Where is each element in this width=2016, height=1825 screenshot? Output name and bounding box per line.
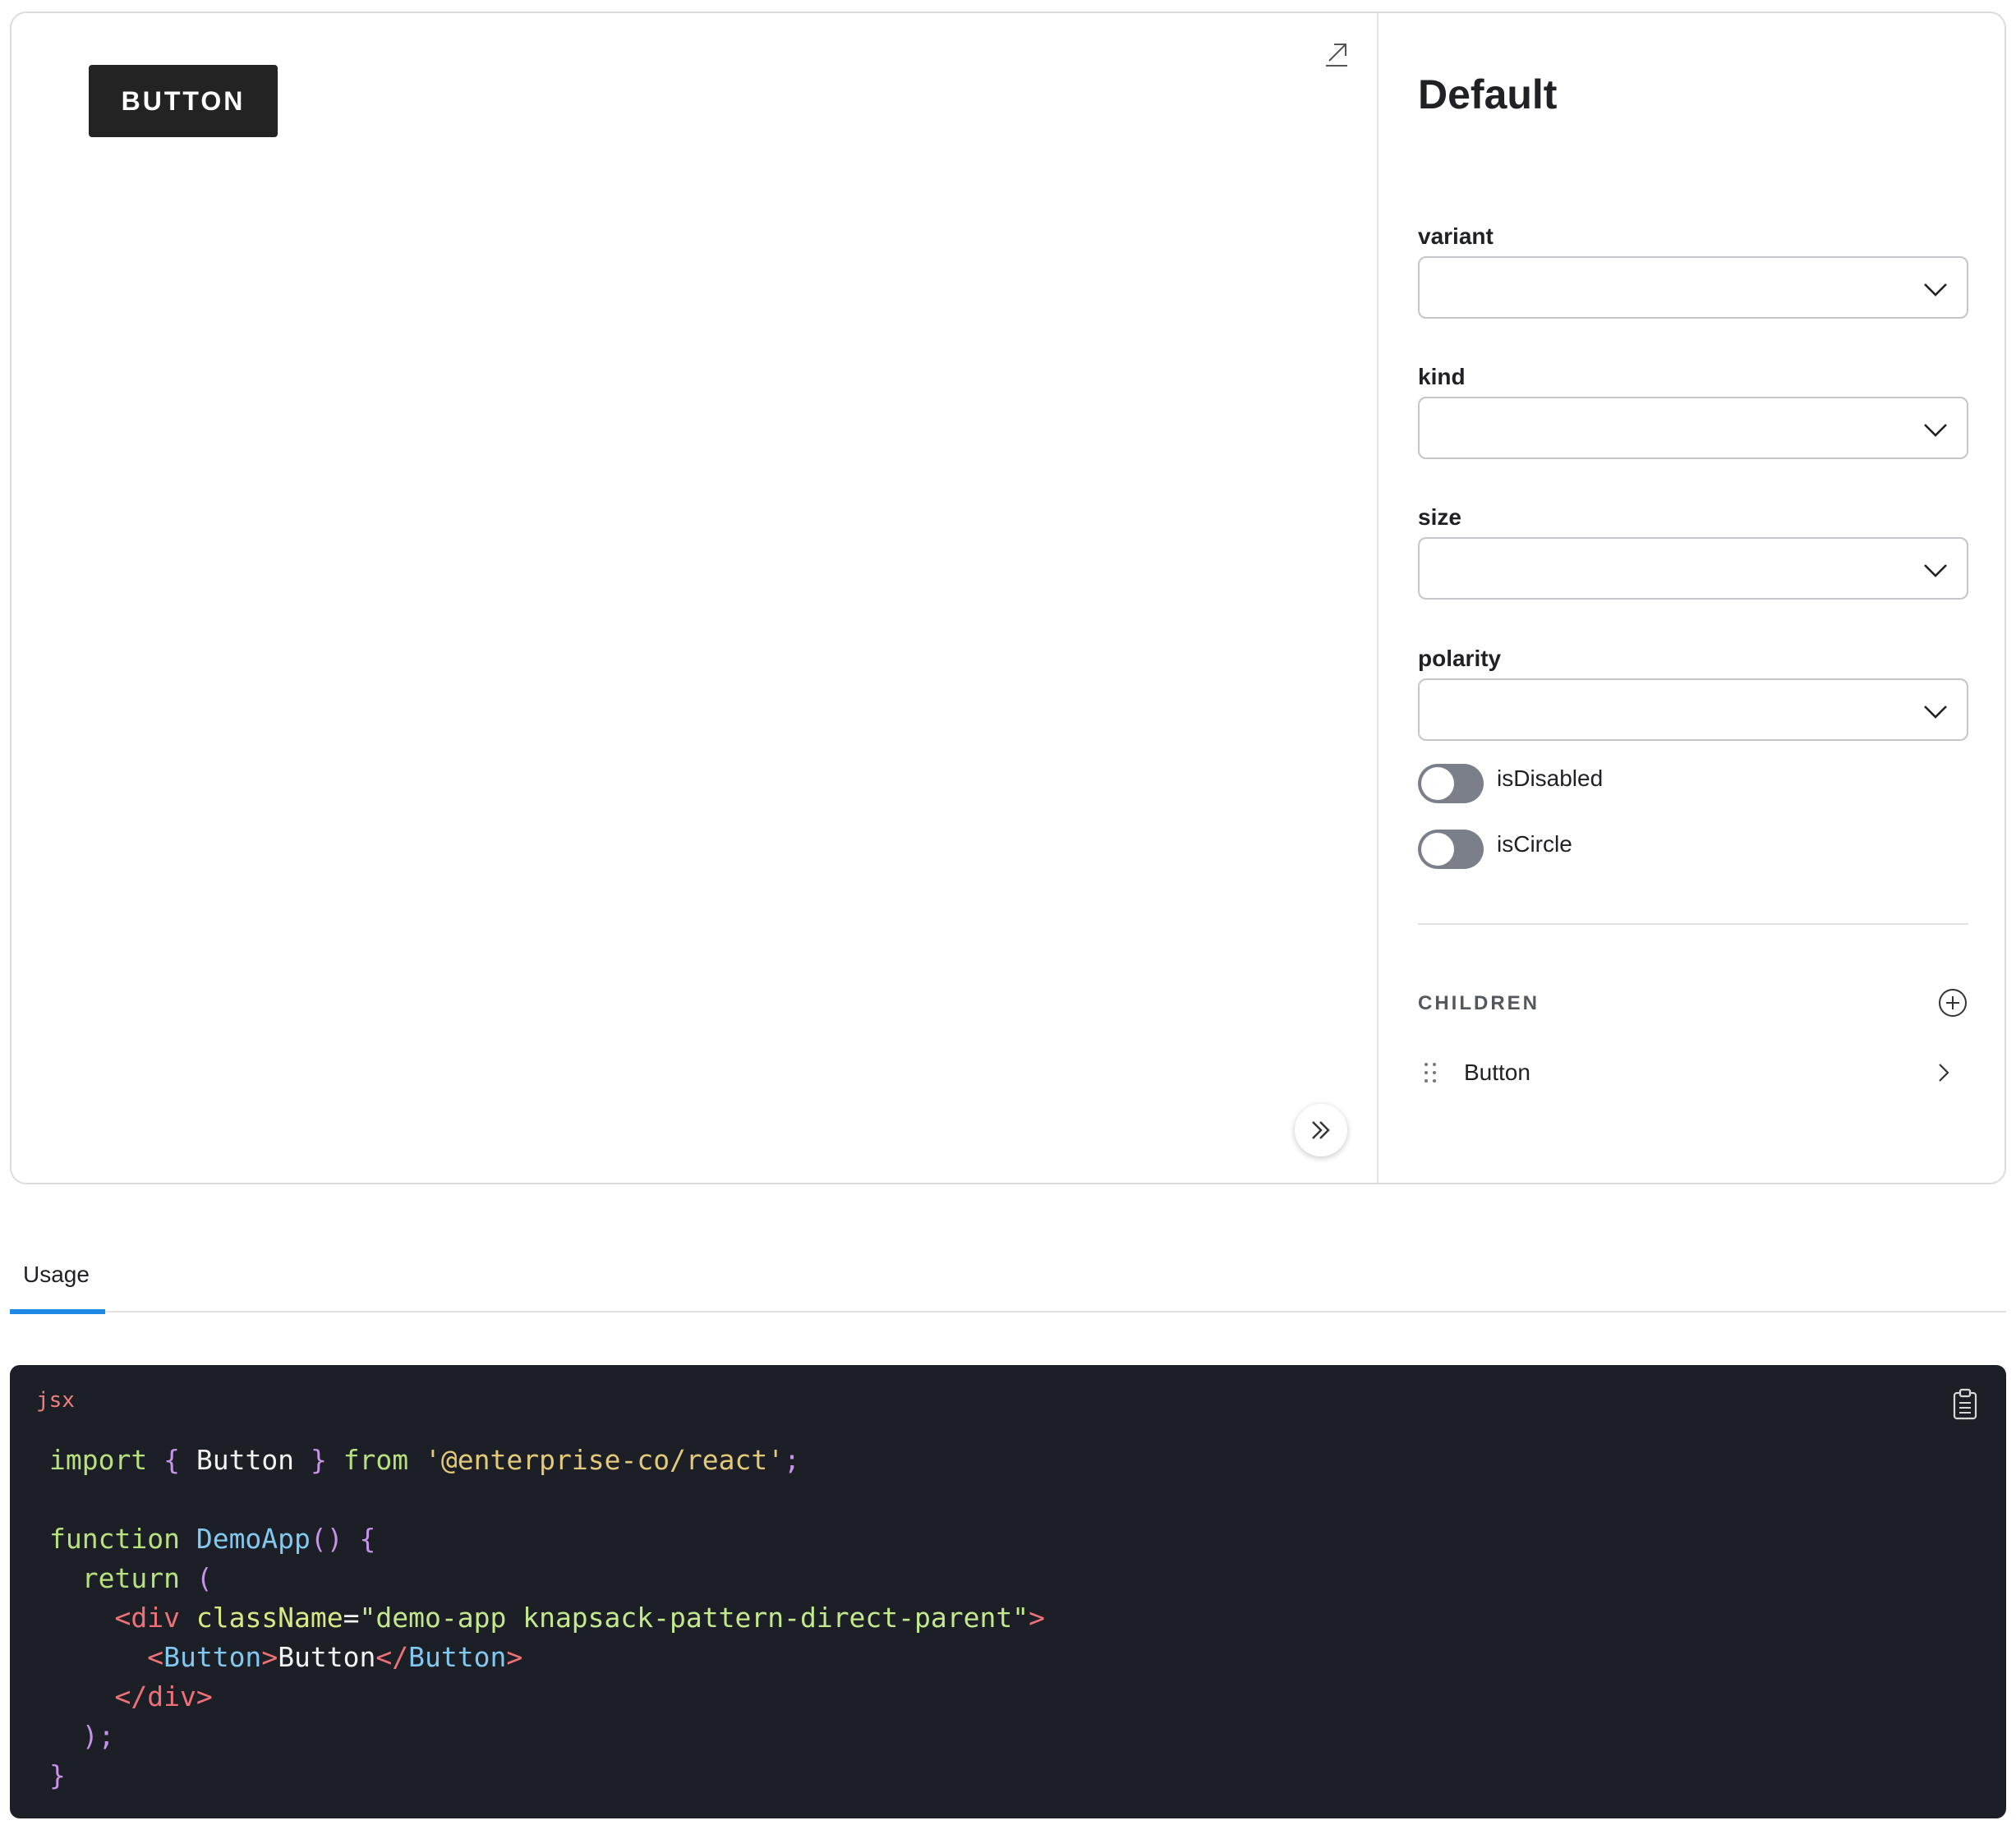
code-line: ); — [81, 1720, 115, 1752]
section-divider — [1418, 923, 1968, 925]
is-circle-label: isCircle — [1497, 831, 1572, 857]
open-in-new-tab-icon[interactable] — [1319, 38, 1352, 71]
is-disabled-toggle[interactable] — [1418, 764, 1484, 803]
child-item[interactable]: Button — [1418, 1050, 1968, 1096]
code-line: </div> — [114, 1680, 213, 1712]
is-disabled-row: isDisabled — [1418, 764, 1829, 805]
double-chevron-right-icon — [1312, 1121, 1330, 1139]
children-heading: CHILDREN — [1418, 992, 1540, 1014]
is-circle-toggle[interactable] — [1418, 830, 1484, 869]
tab-bar: Usage — [10, 1248, 2006, 1314]
tab-usage[interactable]: Usage — [10, 1248, 105, 1314]
toggle-knob — [1421, 767, 1454, 800]
code-line: function DemoApp() { — [49, 1523, 376, 1555]
preview-canvas: BUTTON — [12, 13, 1379, 1183]
chevron-down-icon — [1924, 706, 1947, 719]
chevron-down-icon — [1924, 283, 1947, 297]
kind-select[interactable] — [1418, 397, 1968, 459]
code-line: return ( — [81, 1562, 213, 1594]
size-select[interactable] — [1418, 537, 1968, 600]
code-line: import { Button } from '@enterprise-co/r… — [49, 1444, 801, 1476]
child-item-label: Button — [1464, 1060, 1530, 1085]
toggle-knob — [1421, 833, 1454, 866]
active-tab-indicator — [10, 1309, 105, 1314]
is-circle-row: isCircle — [1418, 830, 1829, 871]
clipboard-icon[interactable] — [1950, 1388, 1980, 1421]
polarity-select[interactable] — [1418, 678, 1968, 741]
code-language-label: jsx — [36, 1388, 75, 1413]
kind-label: kind — [1418, 364, 1466, 389]
story-title: Default — [1418, 71, 1558, 117]
chevron-down-icon — [1924, 564, 1947, 577]
code-line: <div className="demo-app knapsack-patter… — [114, 1602, 1045, 1634]
variant-label: variant — [1418, 223, 1494, 249]
plus-circle-icon[interactable] — [1937, 987, 1968, 1018]
code-source: import { Button } from '@enterprise-co/r… — [49, 1441, 1045, 1795]
collapse-panel-button[interactable] — [1295, 1104, 1347, 1156]
chevron-down-icon — [1924, 424, 1947, 437]
chevron-right-icon — [1939, 1064, 1949, 1082]
code-block: jsx import { Button } from '@enterprise-… — [10, 1365, 2006, 1818]
drag-handle-icon[interactable] — [1423, 1061, 1438, 1084]
variant-select[interactable] — [1418, 256, 1968, 319]
tab-usage-label: Usage — [23, 1262, 90, 1287]
controls-panel: Default variant kind size polarity isDis… — [1379, 13, 2004, 1183]
is-disabled-label: isDisabled — [1497, 765, 1604, 791]
playground-panel: BUTTON Default variant kind size polarit… — [10, 11, 2006, 1184]
code-line: <Button>Button</Button> — [147, 1641, 523, 1673]
polarity-label: polarity — [1418, 646, 1502, 671]
code-line: } — [49, 1759, 66, 1791]
size-label: size — [1418, 504, 1461, 530]
demo-button[interactable]: BUTTON — [89, 65, 278, 137]
